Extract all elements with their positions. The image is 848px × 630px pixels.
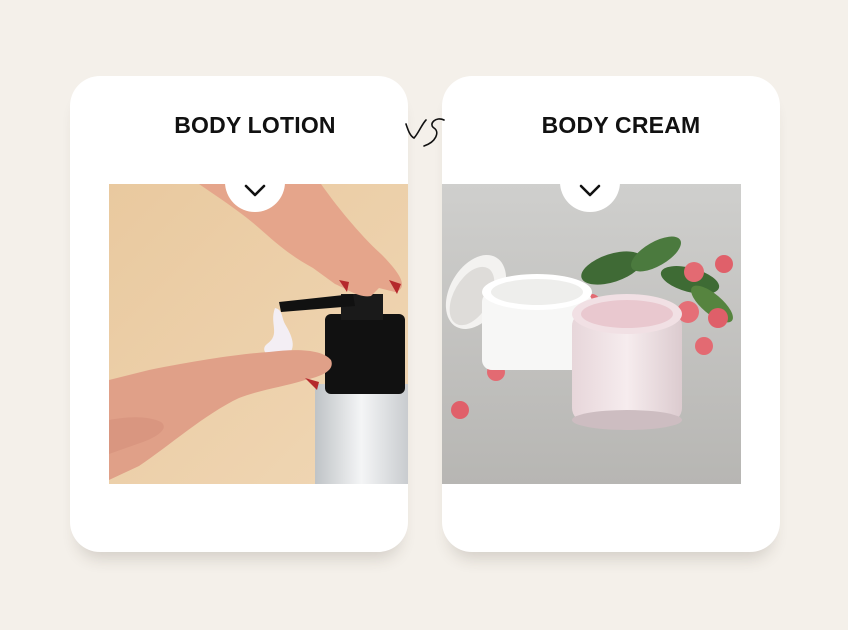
body-lotion-card: BODY LOTION: [70, 76, 408, 552]
card-title-body-cream: BODY CREAM: [541, 112, 701, 138]
card-title-body-lotion: BODY LOTION: [174, 112, 336, 138]
vs-separator: [400, 108, 452, 152]
chevron-toggle-lotion[interactable]: [225, 148, 285, 212]
body-lotion-photo: [109, 184, 408, 484]
body-cream-photo: [442, 184, 741, 484]
chevron-toggle-cream[interactable]: [560, 148, 620, 212]
body-cream-card: BODY CREAM: [442, 76, 780, 552]
chevron-down-icon: [244, 184, 266, 197]
chevron-down-icon: [579, 184, 601, 197]
